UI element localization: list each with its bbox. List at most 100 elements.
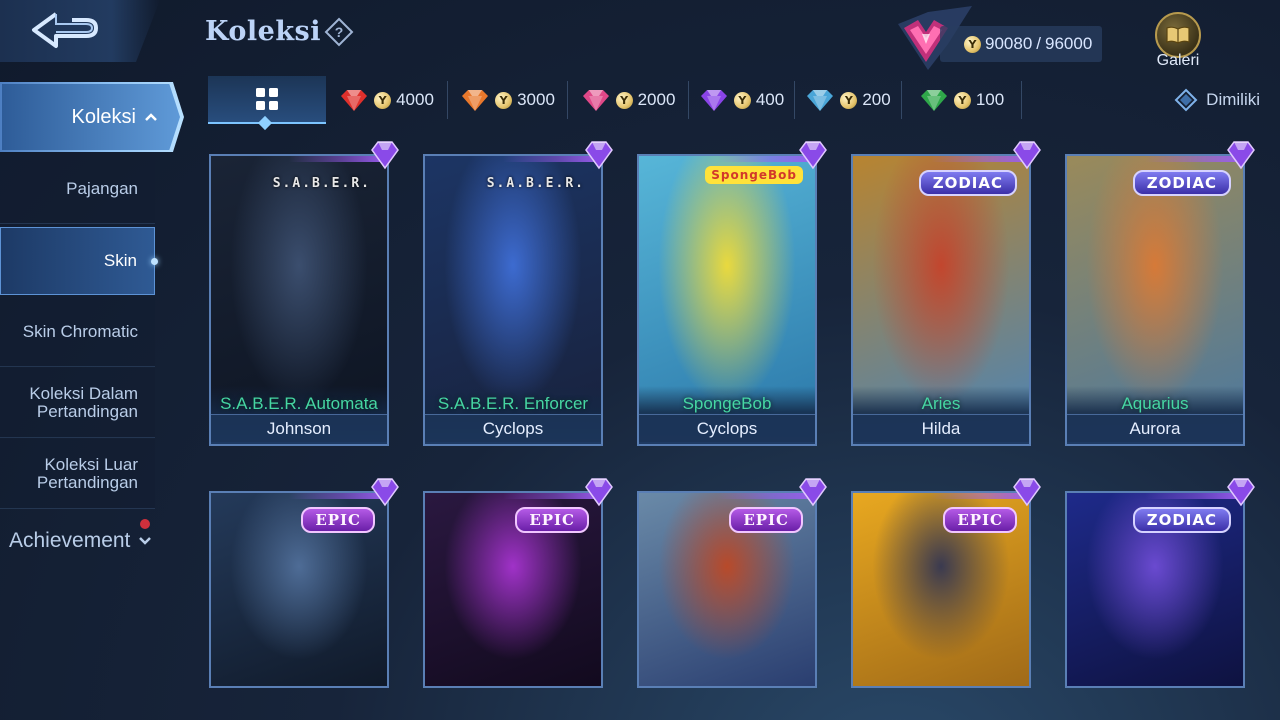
- rarity-gem-icon: [799, 478, 827, 507]
- sidebar-item-koleksi-dalam[interactable]: Koleksi Dalam Pertandingan: [0, 368, 155, 438]
- skin-name: S.A.B.E.R. Enforcer: [437, 394, 589, 413]
- coin-icon: Y: [953, 91, 971, 109]
- sidebar-item-label: Koleksi Dalam Pertandingan: [29, 383, 138, 421]
- rarity-gem-icon: [1013, 478, 1041, 507]
- skin-series-badge: EPIC: [301, 507, 375, 533]
- sidebar-item-label: Skin: [103, 251, 137, 270]
- skin-series-badge: SpongeBob: [705, 166, 803, 184]
- notification-dot: [140, 519, 150, 529]
- skin-series-badge: EPIC: [943, 507, 1017, 533]
- sidebar-item-label: Achievement: [9, 529, 131, 552]
- filter-tab-value: 4000: [396, 90, 434, 109]
- skin-name: S.A.B.E.R. Automata: [220, 394, 378, 413]
- filter-all-tab[interactable]: [208, 76, 326, 124]
- skin-card[interactable]: ZODIAC: [1065, 491, 1245, 688]
- back-button[interactable]: [0, 0, 160, 62]
- grid-icon: [256, 88, 278, 110]
- sidebar-main-label: Koleksi: [71, 105, 136, 128]
- coin-icon: Y: [840, 91, 858, 109]
- owned-filter[interactable]: Dimiliki: [1174, 88, 1260, 112]
- help-icon[interactable]: ?: [324, 17, 354, 47]
- skin-series-badge: ZODIAC: [1132, 507, 1231, 533]
- filter-tab-value: 400: [755, 90, 785, 109]
- coin-icon: Y: [495, 91, 513, 109]
- active-indicator: [151, 258, 158, 265]
- rarity-gem-icon: [585, 141, 613, 170]
- chevron-up-icon: [145, 113, 157, 121]
- skin-series-badge: EPIC: [729, 507, 803, 533]
- gem-icon: [462, 90, 489, 111]
- rarity-gem-icon: [799, 141, 827, 170]
- hero-name: Cyclops: [425, 414, 601, 442]
- sidebar-item-achievement[interactable]: Achievement: [9, 529, 152, 553]
- gem-icon: [920, 90, 947, 111]
- hero-name: Johnson: [211, 414, 387, 442]
- filter-tab-value: 2000: [637, 90, 676, 109]
- rarity-gem-icon: [1013, 141, 1041, 170]
- skin-series-badge: EPIC: [515, 507, 589, 533]
- chevron-down-icon: [139, 537, 152, 545]
- rarity-gem-icon: [1227, 478, 1255, 507]
- filter-tab-100[interactable]: Y 100: [902, 81, 1022, 119]
- filter-tab-200[interactable]: Y 200: [795, 81, 902, 119]
- skin-card[interactable]: ZODIAC Aquarius Aurora: [1065, 154, 1245, 446]
- filter-tab-value: 3000: [517, 90, 555, 109]
- page-title: Koleksi: [205, 16, 321, 47]
- hero-name: Cyclops: [639, 414, 815, 442]
- skin-series-badge: ZODIAC: [918, 170, 1017, 196]
- back-arrow-icon: [32, 12, 98, 48]
- rarity-gem-icon: [585, 478, 613, 507]
- svg-text:?: ?: [335, 24, 344, 40]
- filter-bar: Y 4000 Y 3000 Y 2000 Y 400 Y 200 Y 100 Dimiliki: [208, 76, 1260, 124]
- points-max: 96000: [1045, 34, 1093, 53]
- skin-card[interactable]: ZODIAC Aries Hilda: [851, 154, 1031, 446]
- skin-card[interactable]: S.A.B.E.R. S.A.B.E.R. Automata Johnson: [209, 154, 389, 446]
- coin-icon: Y: [733, 91, 751, 109]
- filter-tab-3000[interactable]: Y 3000: [448, 81, 568, 119]
- skin-card[interactable]: EPIC: [637, 491, 817, 688]
- coin-icon: Y: [374, 91, 392, 109]
- sidebar-item-label: Skin Chromatic: [22, 321, 138, 341]
- skin-card[interactable]: EPIC: [423, 491, 603, 688]
- skin-series-badge: S.A.B.E.R.: [272, 176, 371, 191]
- skin-name: Aries: [921, 394, 961, 413]
- skin-card[interactable]: EPIC: [851, 491, 1031, 688]
- skin-grid: S.A.B.E.R. S.A.B.E.R. Automata Johnson S.A.…: [209, 136, 1255, 720]
- gem-icon: [341, 90, 368, 111]
- points-current: 90080: [985, 34, 1033, 53]
- galeri-label: Galeri: [1156, 52, 1200, 69]
- sidebar-item-label: Pajangan: [66, 178, 138, 198]
- collection-points: Y 90080/96000: [940, 26, 1102, 62]
- sidebar-item-pajangan[interactable]: Pajangan: [0, 154, 155, 224]
- galeri-button[interactable]: Galeri: [1148, 12, 1208, 70]
- gem-icon: [700, 90, 727, 111]
- filter-tab-value: 200: [862, 90, 891, 109]
- filter-tab-4000[interactable]: Y 4000: [326, 81, 448, 119]
- skin-card[interactable]: S.A.B.E.R. S.A.B.E.R. Enforcer Cyclops: [423, 154, 603, 446]
- rarity-gem-icon: [1227, 141, 1255, 170]
- rarity-gem-icon: [371, 141, 399, 170]
- sidebar-item-skin-chromatic[interactable]: Skin Chromatic: [0, 297, 155, 367]
- skin-card[interactable]: EPIC: [209, 491, 389, 688]
- gem-icon: [807, 90, 834, 111]
- hero-name: Hilda: [853, 414, 1029, 442]
- sidebar-item-koleksi-luar[interactable]: Koleksi Luar Pertandingan: [0, 439, 155, 509]
- coin-icon: Y: [964, 35, 981, 53]
- rarity-gem-icon: [371, 478, 399, 507]
- coin-icon: Y: [615, 91, 633, 109]
- sidebar-item-koleksi[interactable]: Koleksi: [0, 82, 184, 152]
- skin-name: Aquarius: [1121, 394, 1189, 413]
- sidebar-item-label: Koleksi Luar Pertandingan: [36, 454, 138, 492]
- owned-label: Dimiliki: [1206, 90, 1260, 109]
- skin-series-badge: S.A.B.E.R.: [486, 176, 585, 191]
- hero-name: Aurora: [1067, 414, 1243, 442]
- filter-tab-value: 100: [975, 90, 1005, 109]
- gem-icon: [582, 90, 609, 111]
- skin-series-badge: ZODIAC: [1132, 170, 1231, 196]
- filter-tab-2000[interactable]: Y 2000: [568, 81, 689, 119]
- sidebar-item-skin[interactable]: Skin: [0, 227, 158, 295]
- filter-tab-400[interactable]: Y 400: [689, 81, 795, 119]
- diamond-checkbox-icon: [1174, 88, 1198, 112]
- skin-name: SpongeBob: [682, 394, 772, 413]
- skin-card[interactable]: SpongeBob SpongeBob Cyclops: [637, 154, 817, 446]
